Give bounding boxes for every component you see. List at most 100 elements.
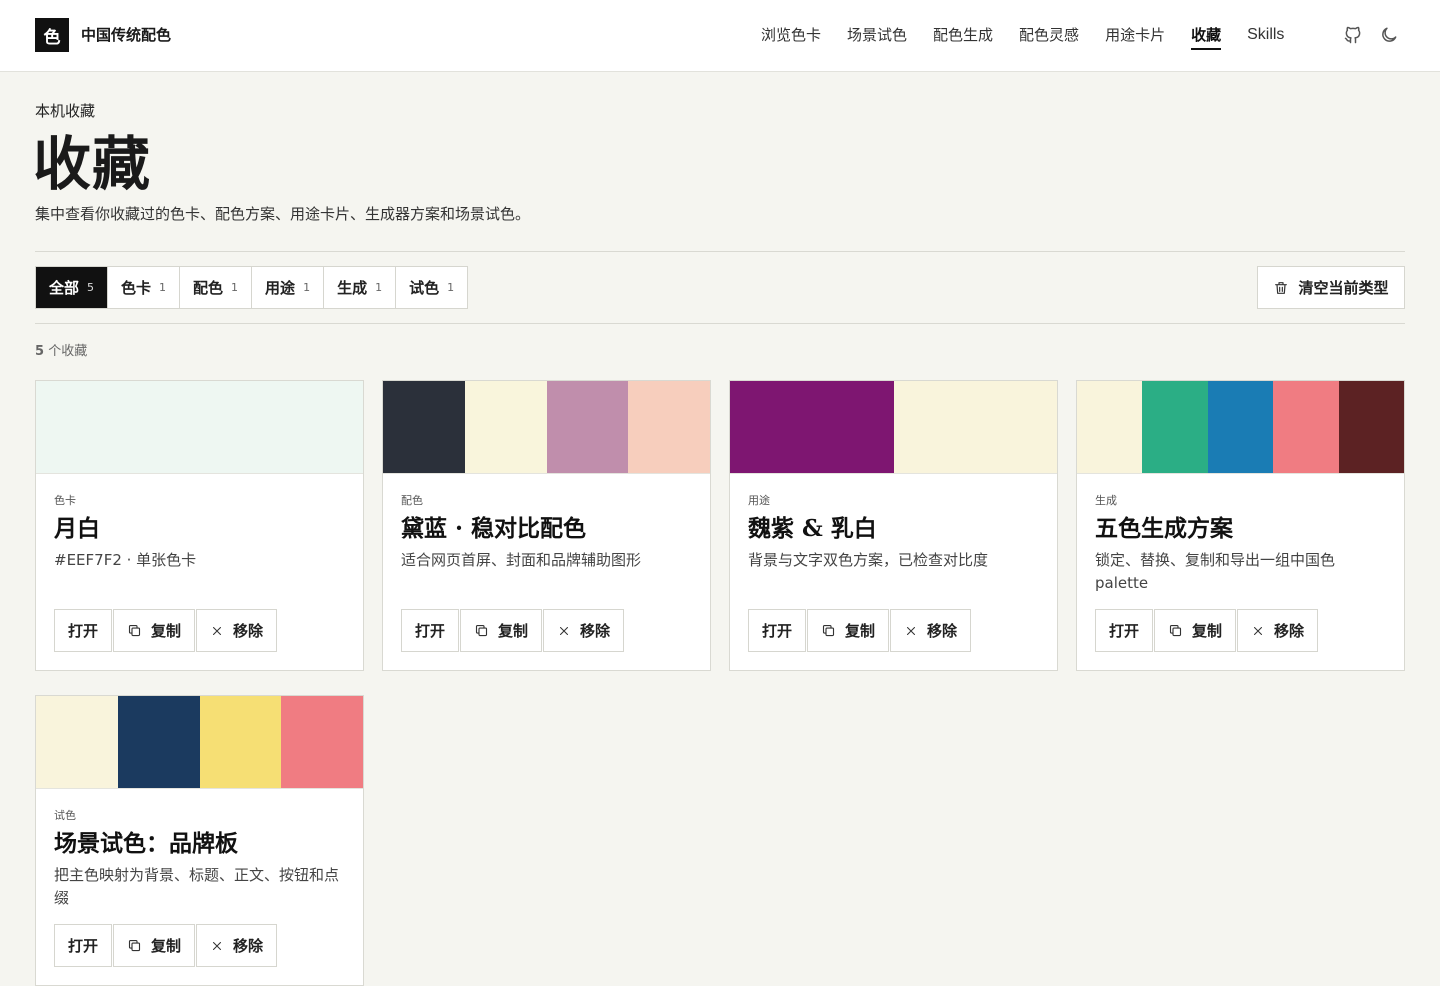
favorite-card-5: 试色 场景试色：品牌板 把主色映射为背景、标题、正文、按钮和点缀 打开 复制 移… xyxy=(35,695,364,986)
color-swatch[interactable] xyxy=(199,696,282,788)
color-swatch[interactable] xyxy=(281,696,363,788)
clear-button-label: 清空当前类型 xyxy=(1298,279,1389,297)
top-navigation-bar: 色 中国传统配色 浏览色卡 场景试色 配色生成 配色灵感 用途卡片 收藏 Ski… xyxy=(0,0,1440,72)
remove-button[interactable]: 移除 xyxy=(196,609,278,652)
card-actions: 打开 复制 移除 xyxy=(54,924,345,967)
color-swatch[interactable] xyxy=(36,381,363,473)
card-actions: 打开 复制 移除 xyxy=(748,609,1039,652)
color-swatches[interactable] xyxy=(36,381,363,474)
remove-button[interactable]: 移除 xyxy=(1237,609,1319,652)
copy-button[interactable]: 复制 xyxy=(113,609,196,652)
favorite-card-4: 生成 五色生成方案 锁定、替换、复制和导出一组中国色 palette 打开 复制… xyxy=(1076,380,1405,671)
color-swatch[interactable] xyxy=(1207,381,1274,473)
nav-item-scene-trial[interactable]: 场景试色 xyxy=(847,24,907,50)
copy-icon xyxy=(822,624,835,637)
remove-button[interactable]: 移除 xyxy=(543,609,625,652)
favorite-card-2: 配色 黛蓝 · 稳对比配色 适合网页首屏、封面和品牌辅助图形 打开 复制 移除 xyxy=(382,380,711,671)
moon-icon[interactable] xyxy=(1379,25,1399,45)
card-description: 锁定、替换、复制和导出一组中国色 palette xyxy=(1095,551,1336,592)
color-swatch[interactable] xyxy=(1273,381,1339,473)
card-title: 场景试色：品牌板 xyxy=(54,830,238,857)
open-button[interactable]: 打开 xyxy=(401,609,460,652)
filter-tab-color-card[interactable]: 色卡 1 xyxy=(108,267,181,308)
open-button[interactable]: 打开 xyxy=(1095,609,1154,652)
color-swatch[interactable] xyxy=(117,696,200,788)
card-type-label: 用途 xyxy=(748,494,770,507)
filter-tab-palette[interactable]: 配色 1 xyxy=(180,267,253,308)
card-type-label: 试色 xyxy=(54,809,76,822)
copy-icon xyxy=(475,624,488,637)
card-description: 背景与文字双色方案，已检查对比度 xyxy=(748,551,989,569)
close-icon xyxy=(213,626,222,635)
card-type-label: 配色 xyxy=(401,494,423,507)
favorite-card-1: 色卡 月白 #EEF7F2 · 单张色卡 打开 复制 移除 xyxy=(35,380,364,671)
clear-current-type-button[interactable]: 清空当前类型 xyxy=(1257,266,1405,309)
remove-button[interactable]: 移除 xyxy=(196,924,278,967)
card-title: 月白 xyxy=(54,515,100,542)
page-eyebrow: 本机收藏 xyxy=(35,102,96,120)
copy-icon xyxy=(128,939,141,952)
divider xyxy=(35,251,1405,252)
copy-icon xyxy=(128,624,141,637)
close-icon xyxy=(213,941,222,950)
color-swatch[interactable] xyxy=(36,696,118,788)
nav-item-inspiration[interactable]: 配色灵感 xyxy=(1019,24,1079,50)
result-count: 5 个收藏 xyxy=(35,344,88,359)
remove-button[interactable]: 移除 xyxy=(890,609,972,652)
color-swatch[interactable] xyxy=(1338,381,1405,473)
card-title: 魏紫 & 乳白 xyxy=(748,515,877,542)
color-swatch[interactable] xyxy=(1077,381,1143,473)
card-type-label: 生成 xyxy=(1095,494,1117,507)
page-title: 收藏 xyxy=(33,130,152,198)
filter-tab-all[interactable]: 全部 5 xyxy=(36,267,109,308)
card-actions: 打开 复制 移除 xyxy=(401,609,692,652)
card-title: 黛蓝 · 稳对比配色 xyxy=(401,515,587,542)
open-button[interactable]: 打开 xyxy=(54,924,113,967)
card-description: 把主色映射为背景、标题、正文、按钮和点缀 xyxy=(54,866,340,907)
filter-tab-trial[interactable]: 试色 1 xyxy=(396,267,467,308)
divider xyxy=(35,323,1405,324)
close-icon xyxy=(1254,626,1263,635)
nav-item-usage-cards[interactable]: 用途卡片 xyxy=(1105,24,1165,50)
color-swatches[interactable] xyxy=(383,381,710,474)
color-swatch[interactable] xyxy=(383,381,465,473)
open-button[interactable]: 打开 xyxy=(54,609,113,652)
color-swatch[interactable] xyxy=(893,381,1057,473)
color-swatch[interactable] xyxy=(730,381,894,473)
favorite-card-3: 用途 魏紫 & 乳白 背景与文字双色方案，已检查对比度 打开 复制 移除 xyxy=(729,380,1058,671)
card-description: #EEF7F2 · 单张色卡 xyxy=(54,551,197,569)
color-swatch[interactable] xyxy=(1142,381,1208,473)
nav-item-skills[interactable]: Skills xyxy=(1247,24,1284,50)
open-button[interactable]: 打开 xyxy=(748,609,807,652)
copy-icon xyxy=(1169,624,1182,637)
filter-tab-usage[interactable]: 用途 1 xyxy=(252,267,325,308)
color-swatches[interactable] xyxy=(1077,381,1405,474)
copy-button[interactable]: 复制 xyxy=(1154,609,1237,652)
nav-item-generator[interactable]: 配色生成 xyxy=(933,24,993,50)
nav-item-browse[interactable]: 浏览色卡 xyxy=(761,24,821,50)
trash-icon xyxy=(1275,281,1288,294)
close-icon xyxy=(907,626,916,635)
copy-button[interactable]: 复制 xyxy=(460,609,543,652)
nav-item-favorites[interactable]: 收藏 xyxy=(1191,24,1222,50)
main-nav: 浏览色卡 场景试色 配色生成 配色灵感 用途卡片 收藏 Skills xyxy=(761,24,1310,50)
github-icon[interactable] xyxy=(1343,25,1363,45)
card-title: 五色生成方案 xyxy=(1095,515,1233,542)
brand-name[interactable]: 中国传统配色 xyxy=(81,25,171,45)
card-description: 适合网页首屏、封面和品牌辅助图形 xyxy=(401,551,642,569)
color-swatch[interactable] xyxy=(464,381,547,473)
color-swatches[interactable] xyxy=(36,696,363,789)
copy-button[interactable]: 复制 xyxy=(807,609,890,652)
color-swatch[interactable] xyxy=(546,381,629,473)
filter-tab-generated[interactable]: 生成 1 xyxy=(324,267,397,308)
color-swatches[interactable] xyxy=(730,381,1057,474)
logo-mark[interactable]: 色 xyxy=(35,18,69,52)
close-icon xyxy=(560,626,569,635)
card-actions: 打开 复制 移除 xyxy=(54,609,345,652)
card-actions: 打开 复制 移除 xyxy=(1095,609,1386,652)
card-type-label: 色卡 xyxy=(54,494,76,507)
type-filter-tabs: 全部 5 色卡 1 配色 1 用途 1 生成 1 试色 1 xyxy=(35,266,469,309)
page-description: 集中查看你收藏过的色卡、配色方案、用途卡片、生成器方案和场景试色。 xyxy=(35,205,531,223)
copy-button[interactable]: 复制 xyxy=(113,924,196,967)
color-swatch[interactable] xyxy=(628,381,710,473)
